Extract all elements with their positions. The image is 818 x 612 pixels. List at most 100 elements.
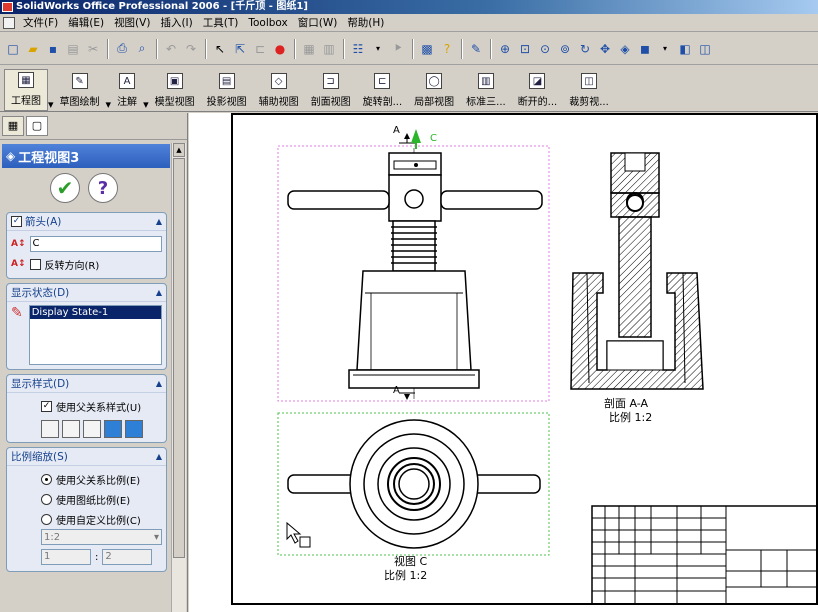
select-filter-icon[interactable]: ⇱ xyxy=(231,40,249,58)
shaded-with-edges-icon[interactable] xyxy=(104,420,122,438)
section-view-label: 剖面视图 xyxy=(310,97,351,108)
drawing-sheet[interactable]: A A C 剖面 A-A 比例 1:2 视图 C 比例 1:2 xyxy=(231,113,818,607)
sw-dropdown-icon[interactable]: ⯈ xyxy=(389,40,407,58)
toolbar-separator xyxy=(490,38,491,59)
display-style-icon[interactable]: ◼ xyxy=(636,40,654,58)
chevron-up-icon[interactable]: ▲ xyxy=(156,217,162,226)
zoom-sheet-icon[interactable]: ⌕ xyxy=(133,40,151,58)
arrow-label-input[interactable]: C xyxy=(29,236,162,252)
scroll-thumb[interactable] xyxy=(173,158,185,558)
cut-icon[interactable]: ✂ xyxy=(84,40,102,58)
section-view-icon: ⊐ xyxy=(322,73,339,89)
use-parent-scale-radio[interactable] xyxy=(41,473,52,485)
zoom-to-fit-icon[interactable]: ⊕ xyxy=(496,40,514,58)
zoom-to-selection-icon[interactable]: ⊚ xyxy=(556,40,574,58)
menu-tools[interactable]: 工具(T) xyxy=(198,15,244,30)
select-icon[interactable]: ↖ xyxy=(211,40,229,58)
chevron-down-icon[interactable]: ▾ xyxy=(154,532,159,543)
photo-icon[interactable]: ▩ xyxy=(418,40,436,58)
pan-icon[interactable]: ✥ xyxy=(596,40,614,58)
section-view-button[interactable]: ⊐ 剖面视图 xyxy=(305,69,357,111)
auxiliary-view-button[interactable]: ◇ 辅助视图 xyxy=(253,69,305,111)
use-sheet-scale-radio[interactable] xyxy=(41,493,52,505)
section-view-icon[interactable]: ◫ xyxy=(696,40,714,58)
ok-button[interactable]: ✔ xyxy=(50,173,80,203)
use-parent-style-label: 使用父关系样式(U) xyxy=(56,402,142,414)
sheet-icon[interactable]: ▥ xyxy=(320,40,338,58)
menu-edit[interactable]: 编辑(E) xyxy=(63,15,109,30)
display-state-header[interactable]: 显示状态(D) ▲ xyxy=(7,284,166,302)
use-parent-style-checkbox[interactable]: ✓ xyxy=(41,400,52,412)
redo-icon[interactable]: ↷ xyxy=(182,40,200,58)
rebuild-icon[interactable]: ⊏ xyxy=(251,40,269,58)
sketch-icon[interactable]: ✎ xyxy=(467,40,485,58)
standard-3-view-label: 标准三... xyxy=(466,97,506,108)
print-icon[interactable]: ▤ xyxy=(64,40,82,58)
reverse-direction-checkbox[interactable] xyxy=(29,258,41,270)
menu-help[interactable]: 帮助(H) xyxy=(342,15,389,30)
traffic-light-icon[interactable]: ● xyxy=(271,40,289,58)
scale-numerator-input[interactable]: 1 xyxy=(41,549,91,565)
zoom-to-area-icon[interactable]: ⊡ xyxy=(516,40,534,58)
options-icon[interactable]: ☷ xyxy=(349,40,367,58)
arrow-checkbox[interactable]: ✓ xyxy=(11,216,22,227)
chevron-up-icon[interactable]: ▲ xyxy=(156,379,162,388)
open-icon[interactable]: ▰ xyxy=(24,40,42,58)
graphics-area[interactable]: A A C 剖面 A-A 比例 1:2 视图 C 比例 1:2 xyxy=(189,113,818,612)
arrow-group-header[interactable]: ✓ 箭头(A) ▲ xyxy=(7,213,166,231)
grid-icon[interactable]: ▦ xyxy=(300,40,318,58)
hidden-lines-removed-icon[interactable] xyxy=(83,420,101,438)
broken-out-section-button[interactable]: ◪ 断开的... xyxy=(512,69,564,111)
menu-file[interactable]: 文件(F) xyxy=(18,15,63,30)
standard-3-view-button[interactable]: ▥ 标准三... xyxy=(460,69,512,111)
view-orientation-icon[interactable]: ◈ xyxy=(616,40,634,58)
display-state-list[interactable]: Display State-1 xyxy=(28,305,162,365)
new-icon[interactable]: □ xyxy=(4,40,22,58)
help-button[interactable]: ? xyxy=(88,173,118,203)
chevron-down-icon[interactable]: ▾ xyxy=(656,40,674,58)
panel-tabs: ▦ ▢ xyxy=(0,113,187,140)
document-menu-icon[interactable] xyxy=(3,17,15,29)
property-manager-title: 工程视图3 xyxy=(18,150,80,166)
scale-header[interactable]: 比例缩放(S) ▲ xyxy=(7,448,166,466)
panel-scrollbar[interactable]: ▲ xyxy=(171,143,186,612)
menu-view[interactable]: 视图(V) xyxy=(109,15,155,30)
custom-scale-select[interactable]: 1:2 ▾ xyxy=(41,529,162,545)
rotate-view-icon[interactable]: ↻ xyxy=(576,40,594,58)
wireframe-icon[interactable] xyxy=(41,420,59,438)
menu-window[interactable]: 窗口(W) xyxy=(293,15,343,30)
zoom-in-out-icon[interactable]: ⊙ xyxy=(536,40,554,58)
chevron-up-icon[interactable]: ▲ xyxy=(156,452,162,461)
scale-title: 比例缩放(S) xyxy=(11,451,68,463)
projected-view-button[interactable]: ▤ 投影视图 xyxy=(201,69,253,111)
feature-manager-tab[interactable]: ▦ xyxy=(2,116,24,136)
use-custom-scale-radio[interactable] xyxy=(41,513,52,525)
display-style-header[interactable]: 显示样式(D) ▲ xyxy=(7,375,166,393)
drawing-icon: ▦ xyxy=(18,72,34,88)
scale-denominator-input[interactable]: 2 xyxy=(102,549,153,565)
view-cube-icon[interactable]: ◧ xyxy=(676,40,694,58)
scroll-up-icon[interactable]: ▲ xyxy=(173,143,185,157)
chevron-down-icon[interactable]: ▾ xyxy=(369,40,387,58)
hidden-lines-visible-icon[interactable] xyxy=(62,420,80,438)
scale-ratio-separator: : xyxy=(95,551,99,563)
help-icon[interactable]: ? xyxy=(438,40,456,58)
print-preview-icon[interactable]: ⎙ xyxy=(113,40,131,58)
drawing-tab-button[interactable]: ▦ 工程图 xyxy=(4,69,48,111)
aligned-section-button[interactable]: ⊏ 旋转剖... xyxy=(357,69,409,111)
sketch-tab-button[interactable]: ✎ 草图绘制 xyxy=(54,69,106,111)
shaded-icon[interactable] xyxy=(125,420,143,438)
undo-icon[interactable]: ↶ xyxy=(162,40,180,58)
menu-insert[interactable]: 插入(I) xyxy=(155,15,197,30)
chevron-up-icon[interactable]: ▲ xyxy=(156,288,162,297)
display-state-item[interactable]: Display State-1 xyxy=(29,306,161,319)
property-manager-tab[interactable]: ▢ xyxy=(26,116,48,136)
crop-view-button[interactable]: ◫ 裁剪视... xyxy=(563,69,615,111)
label-icon: A↕ xyxy=(11,239,26,249)
use-custom-scale-label: 使用自定义比例(C) xyxy=(56,515,141,527)
save-icon[interactable]: ▪ xyxy=(44,40,62,58)
menu-toolbox[interactable]: Toolbox xyxy=(243,17,292,29)
detail-view-button[interactable]: ◯ 局部视图 xyxy=(408,69,460,111)
annotation-tab-button[interactable]: A 注解 xyxy=(111,69,143,111)
model-view-button[interactable]: ▣ 模型视图 xyxy=(149,69,201,111)
